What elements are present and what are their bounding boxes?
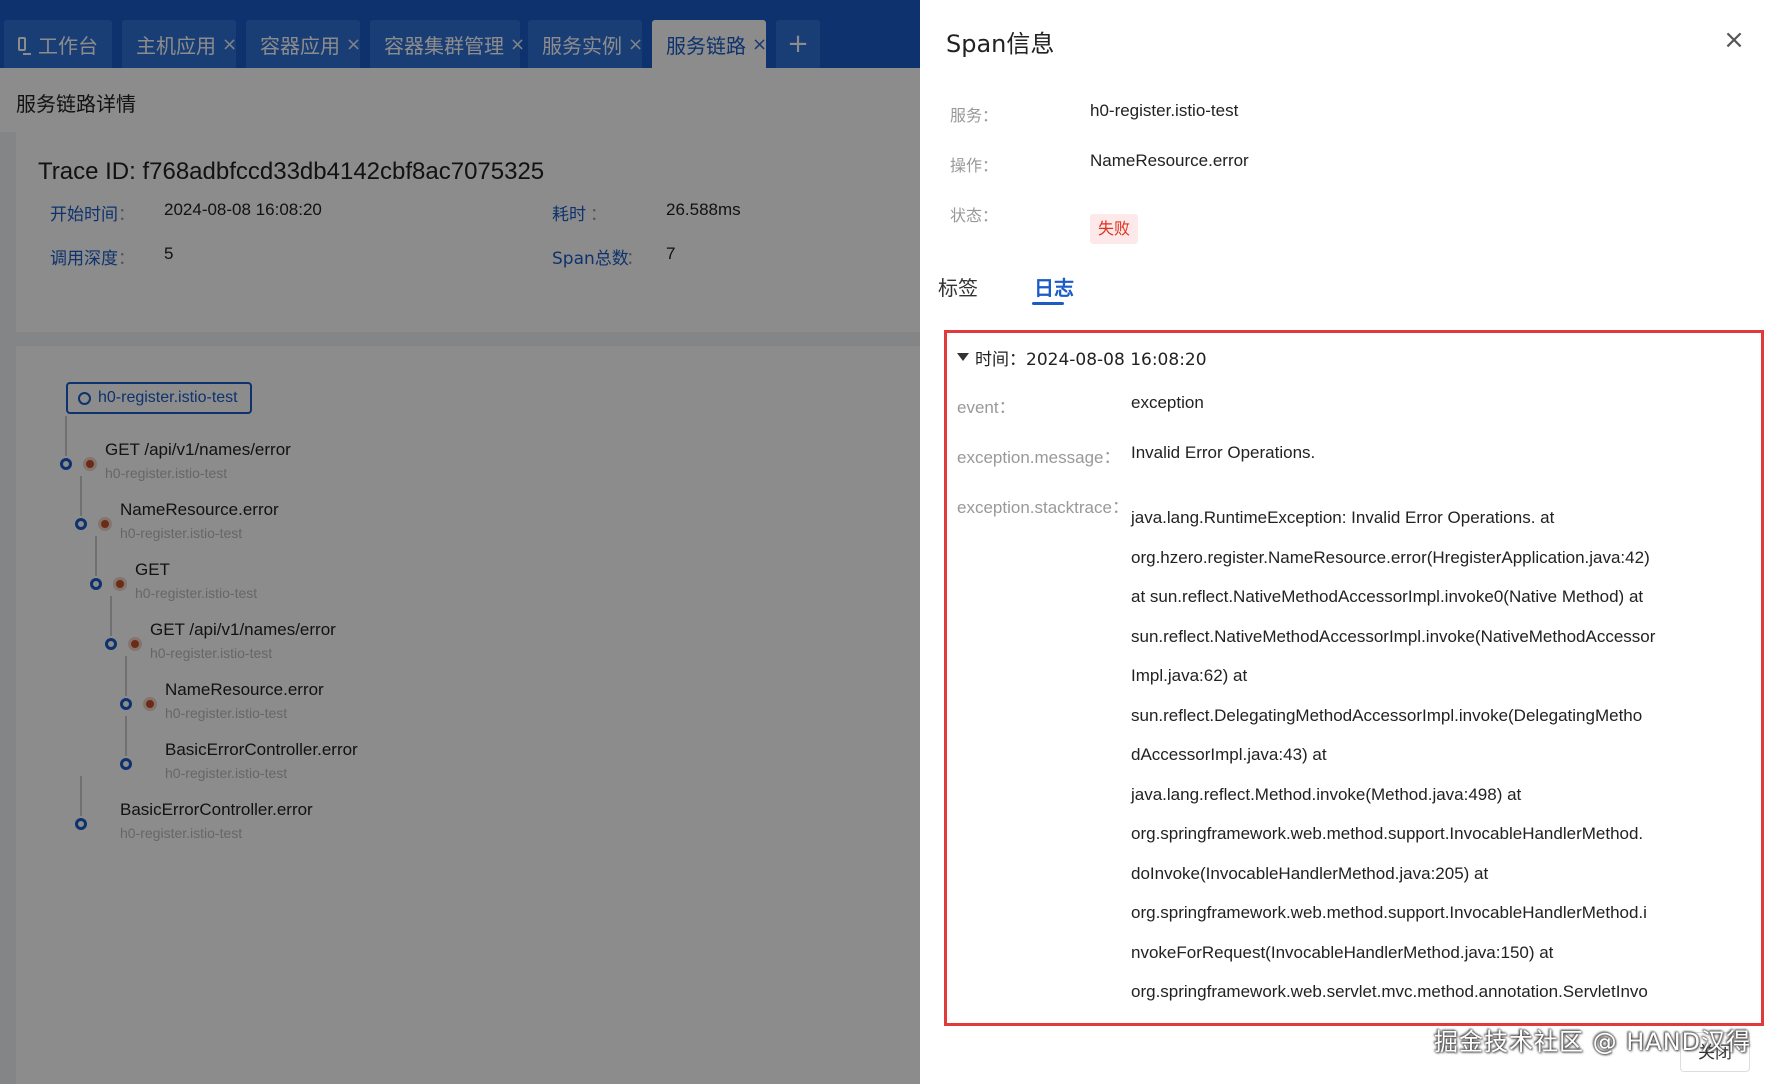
event-key: event： [957,398,1016,417]
tab-tags[interactable]: 标签 [938,272,978,301]
status-label: 状态： [950,206,999,225]
operation-label: 操作： [950,156,999,175]
stacktrace-key: exception.stacktrace： [957,498,1129,517]
stacktrace-line: at sun.reflect.NativeMethodAccessorImpl.… [1131,587,1644,606]
stacktrace-line: org.hzero.register.NameResource.error(Hr… [1131,547,1650,567]
event-value: exception [1131,393,1204,412]
log-panel: 时间：2024-08-08 16:08:20 event： exception … [944,330,1764,1026]
service-value: h0-register.istio-test [1090,101,1239,120]
stacktrace-line: org.springframework.web.servlet.mvc.meth… [1131,982,1648,1001]
tab-logs[interactable]: 日志 [1034,272,1074,301]
caret-down-icon[interactable] [957,353,969,361]
stacktrace-line: sun.reflect.DelegatingMethodAccessorImpl… [1131,705,1643,725]
stacktrace-line: dAccessorImpl.java:43) at [1131,745,1327,764]
stacktrace-line: nvokeForRequest(InvocableHandlerMethod.j… [1131,942,1554,962]
message-key: exception.message： [957,448,1121,467]
close-icon[interactable]: × [1720,26,1748,54]
operation-value: NameResource.error [1090,151,1249,170]
message-value: Invalid Error Operations. [1131,443,1316,462]
stacktrace-line: java.lang.RuntimeException: Invalid Erro… [1131,508,1555,527]
log-timestamp[interactable]: 时间：2024-08-08 16:08:20 [975,345,1207,370]
status-badge: 失败 [1090,214,1139,244]
watermark: 掘金技术社区 @ HAND汉得 [1434,1028,1752,1056]
drawer-title: Span信息 [946,30,1055,58]
app-background: 工作台 主机应用 × 容器应用 × 容器集群管理 × 服务实例 × 服务链路 ×… [0,0,920,1084]
stacktrace-line: doInvoke(InvocableHandlerMethod.java:205… [1131,863,1489,883]
stacktrace-line: org.springframework.web.method.support.I… [1131,824,1644,843]
active-tab-indicator [1032,302,1064,305]
stacktrace-line: Impl.java:62) at [1131,666,1248,685]
stacktrace-line: java.lang.reflect.Method.invoke(Method.j… [1131,784,1522,804]
span-info-drawer: Span信息 × 服务： h0-register.istio-test 操作： … [920,0,1768,1084]
stacktrace-line: sun.reflect.NativeMethodAccessorImpl.inv… [1131,626,1656,646]
service-label: 服务： [950,106,999,125]
stacktrace-value: java.lang.RuntimeException: Invalid Erro… [1131,505,1751,1019]
modal-mask[interactable] [0,0,920,1084]
stacktrace-line: org.springframework.web.method.support.I… [1131,903,1647,922]
